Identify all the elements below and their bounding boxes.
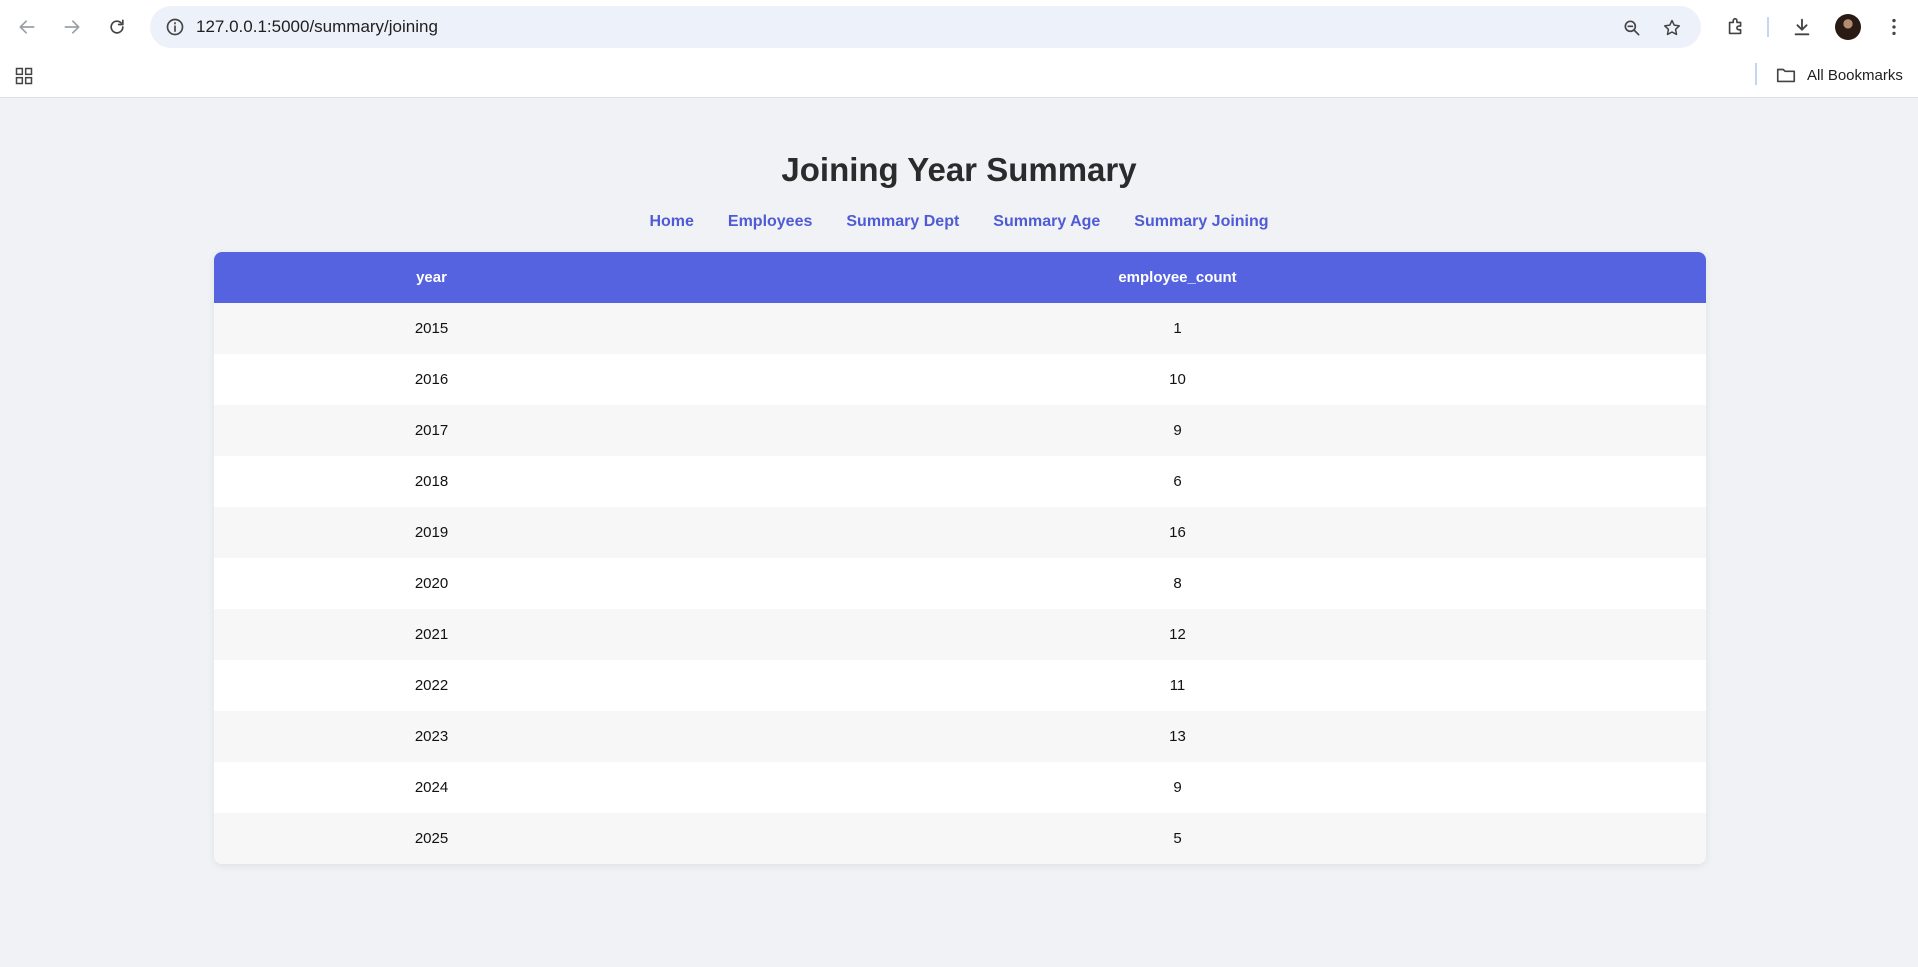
apps-grid-icon[interactable] (12, 64, 36, 88)
browser-toolbar: 127.0.0.1:5000/summary/joining (0, 0, 1918, 54)
year-cell: 2016 (414, 371, 449, 388)
year-cell: 2025 (414, 830, 449, 847)
all-bookmarks-button[interactable]: All Bookmarks (1775, 61, 1903, 89)
year-cell: 2024 (414, 779, 449, 796)
zoom-icon[interactable] (1620, 16, 1644, 40)
bookmarks-bar: All Bookmarks (0, 54, 1918, 98)
site-info-icon[interactable] (164, 16, 186, 38)
count-cell: 11 (1169, 677, 1186, 694)
url-text[interactable]: 127.0.0.1:5000/summary/joining (196, 6, 438, 48)
nav-link-home[interactable]: Home (649, 213, 693, 231)
address-bar[interactable]: 127.0.0.1:5000/summary/joining (150, 6, 1701, 48)
page-content: Joining Year Summary Home Employees Summ… (0, 99, 1918, 967)
count-cell: 5 (1173, 830, 1182, 847)
year-cell: 2021 (414, 626, 449, 643)
top-nav: Home Employees Summary Dept Summary Age … (0, 213, 1918, 231)
year-cell: 2015 (414, 320, 449, 337)
year-cell: 2023 (414, 728, 449, 745)
arrow-right-icon (64, 20, 80, 34)
bookmarks-divider (1755, 63, 1757, 85)
count-cell: 10 (1169, 371, 1186, 388)
download-icon[interactable] (1788, 13, 1816, 41)
reload-icon (110, 19, 124, 34)
table-row: 2022 11 (214, 660, 1706, 711)
profile-avatar[interactable] (1835, 14, 1861, 40)
table-row: 2024 9 (214, 762, 1706, 813)
summary-table: year employee_count 2015 1 2016 10 2017 9 2… (214, 252, 1706, 864)
nav-link-summary-age[interactable]: Summary Age (993, 213, 1100, 231)
year-cell: 2019 (414, 524, 449, 541)
table-row: 2016 10 (214, 354, 1706, 405)
folder-icon (1776, 68, 1796, 83)
all-bookmarks-label: All Bookmarks (1807, 66, 1903, 84)
table-row: 2018 6 (214, 456, 1706, 507)
menu-dots-icon[interactable] (1880, 13, 1908, 41)
table-row: 2021 12 (214, 609, 1706, 660)
table-row: 2019 16 (214, 507, 1706, 558)
summary-table-card: year employee_count 2015 1 2016 10 2017 9 2… (214, 252, 1706, 864)
count-cell: 13 (1169, 728, 1186, 745)
forward-button[interactable] (56, 11, 88, 43)
year-cell: 2022 (414, 677, 449, 694)
nav-link-summary-joining[interactable]: Summary Joining (1134, 213, 1268, 231)
count-cell: 6 (1173, 473, 1182, 490)
count-cell: 9 (1173, 422, 1182, 439)
table-row: 2017 9 (214, 405, 1706, 456)
page-title: Joining Year Summary (781, 151, 1137, 188)
count-cell: 12 (1169, 626, 1186, 643)
table-row: 2015 1 (214, 303, 1706, 354)
table-row: 2020 8 (214, 558, 1706, 609)
table-header-row: year employee_count (214, 252, 1706, 303)
nav-link-summary-dept[interactable]: Summary Dept (846, 213, 959, 231)
count-cell: 9 (1173, 779, 1182, 796)
count-cell: 16 (1169, 524, 1186, 541)
count-cell: 1 (1173, 320, 1182, 337)
arrow-left-icon (19, 20, 35, 34)
column-header-year: year (416, 269, 447, 286)
year-cell: 2018 (414, 473, 449, 490)
nav-link-employees[interactable]: Employees (728, 213, 812, 231)
table-row: 2023 13 (214, 711, 1706, 762)
year-cell: 2020 (414, 575, 449, 592)
year-cell: 2017 (414, 422, 449, 439)
bookmark-star-icon[interactable] (1660, 16, 1684, 40)
toolbar-divider (1767, 17, 1769, 37)
count-cell: 8 (1173, 575, 1182, 592)
column-header-employee-count: employee_count (1118, 269, 1237, 286)
back-button[interactable] (11, 11, 43, 43)
extensions-icon[interactable] (1722, 13, 1750, 41)
reload-button[interactable] (101, 11, 133, 43)
table-row: 2025 5 (214, 813, 1706, 864)
